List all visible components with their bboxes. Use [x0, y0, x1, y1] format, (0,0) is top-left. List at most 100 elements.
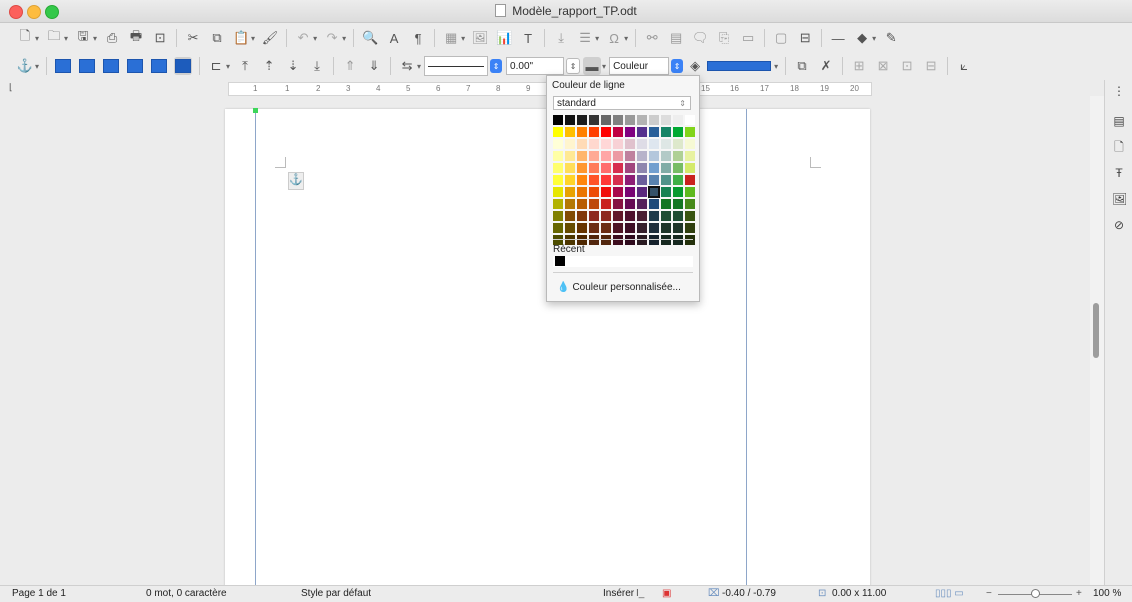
color-swatch[interactable] — [565, 175, 575, 185]
record-changes-icon[interactable]: ▭ — [739, 29, 757, 47]
color-swatch[interactable] — [613, 187, 623, 197]
paste-dropdown-icon[interactable]: ▾ — [251, 34, 255, 43]
color-swatch[interactable] — [637, 175, 647, 185]
sidebar-menu-icon[interactable]: ⋮ — [1112, 84, 1126, 98]
ungroup-icon[interactable]: ⊟ — [922, 57, 940, 75]
redo-icon[interactable]: ↷ — [323, 29, 341, 47]
zoom-out-button[interactable]: − — [986, 588, 992, 599]
color-swatch[interactable] — [637, 199, 647, 209]
color-swatch[interactable] — [673, 235, 683, 245]
color-swatch[interactable] — [565, 127, 575, 137]
page-style[interactable]: Style par défaut — [301, 588, 371, 599]
color-swatch[interactable] — [577, 199, 587, 209]
color-swatch[interactable] — [613, 223, 623, 233]
fill-color-dropdown-icon[interactable]: ▾ — [774, 62, 778, 71]
color-swatch[interactable] — [673, 115, 683, 125]
custom-color-button[interactable]: 💧 Couleur personnalisée... — [557, 282, 681, 293]
color-swatch[interactable] — [673, 199, 683, 209]
color-swatch[interactable] — [649, 163, 659, 173]
page-icon[interactable]: 🗋 — [1112, 140, 1126, 154]
color-swatch[interactable] — [613, 139, 623, 149]
insert-field-icon[interactable]: ⊟ — [796, 29, 814, 47]
color-swatch[interactable] — [577, 127, 587, 137]
zoom-slider-handle[interactable] — [1031, 589, 1040, 598]
color-swatch[interactable] — [613, 199, 623, 209]
find-replace-icon[interactable]: 🔍 — [361, 29, 379, 47]
page-break-icon[interactable]: ⤓ — [552, 29, 570, 47]
color-swatch[interactable] — [661, 175, 671, 185]
group-icon[interactable]: ⊞ — [850, 57, 868, 75]
color-swatch[interactable] — [565, 199, 575, 209]
color-swatch[interactable] — [685, 175, 695, 185]
color-swatch[interactable] — [589, 151, 599, 161]
color-swatch[interactable] — [661, 127, 671, 137]
color-swatch[interactable] — [625, 187, 635, 197]
fill-color-icon[interactable]: ◈ — [686, 57, 704, 75]
color-swatch[interactable] — [673, 139, 683, 149]
textbox-icon[interactable]: T — [519, 29, 537, 47]
zoom-level[interactable]: 100 % — [1093, 588, 1121, 599]
insert-mode[interactable]: Insérer — [603, 588, 634, 599]
bring-to-front-icon[interactable]: ⤒ — [236, 57, 254, 75]
hyperlink-icon[interactable]: ⚯ — [643, 29, 661, 47]
color-swatch[interactable] — [577, 187, 587, 197]
color-swatch[interactable] — [673, 211, 683, 221]
color-swatch[interactable] — [601, 163, 611, 173]
color-swatch[interactable] — [661, 163, 671, 173]
anchor-dropdown-icon[interactable]: ▾ — [35, 62, 39, 71]
color-swatch[interactable] — [661, 139, 671, 149]
send-to-back-icon[interactable]: ⤓ — [308, 57, 326, 75]
color-swatch[interactable] — [637, 163, 647, 173]
color-swatch[interactable] — [601, 211, 611, 221]
selection-mode-icon[interactable]: I_ — [636, 588, 644, 599]
align-objects-icon[interactable]: ⊏ — [207, 57, 225, 75]
color-swatch[interactable] — [673, 223, 683, 233]
color-swatch[interactable] — [625, 139, 635, 149]
field-dropdown-icon[interactable]: ▾ — [595, 34, 599, 43]
anchor-icon[interactable]: ⚓ — [288, 172, 304, 190]
line-icon[interactable]: — — [829, 29, 847, 47]
line-style-selector[interactable] — [424, 56, 489, 76]
selection-handle[interactable] — [253, 108, 258, 113]
color-swatch[interactable] — [649, 235, 659, 245]
properties-icon-tb[interactable]: ⧉ — [793, 57, 811, 75]
page-count[interactable]: Page 1 de 1 — [12, 588, 66, 599]
line-width-stepper[interactable]: ⇕ — [566, 58, 581, 74]
color-swatch[interactable] — [577, 115, 587, 125]
color-swatch[interactable] — [649, 199, 659, 209]
color-swatch[interactable] — [649, 211, 659, 221]
draw-icon[interactable]: ✎ — [882, 29, 900, 47]
color-swatch[interactable] — [625, 175, 635, 185]
color-swatch[interactable] — [565, 163, 575, 173]
color-swatch[interactable] — [625, 223, 635, 233]
color-swatch[interactable] — [565, 187, 575, 197]
color-swatch[interactable] — [601, 235, 611, 245]
color-swatch[interactable] — [565, 223, 575, 233]
line-color-dropdown-icon[interactable]: ▾ — [602, 62, 606, 71]
clone-formatting-icon[interactable]: 🖌 — [261, 29, 279, 47]
new-doc-icon[interactable]: 🗋 — [16, 28, 34, 47]
wrap-left-icon[interactable] — [126, 57, 144, 75]
special-char-icon[interactable]: Ω — [605, 29, 623, 47]
save-dropdown-icon[interactable]: ▾ — [93, 34, 97, 43]
color-swatch[interactable] — [685, 187, 695, 197]
color-swatch[interactable] — [601, 175, 611, 185]
backward-one-icon[interactable]: ⇣ — [284, 57, 302, 75]
color-swatch[interactable] — [577, 163, 587, 173]
table-icon[interactable]: ▦ — [442, 29, 460, 47]
page-wrap-icon[interactable] — [78, 57, 96, 75]
to-background-icon[interactable]: ⇓ — [365, 57, 383, 75]
color-swatch[interactable] — [577, 139, 587, 149]
color-swatch[interactable] — [637, 223, 647, 233]
color-swatch[interactable] — [577, 211, 587, 221]
print-icon[interactable]: 🖶 — [127, 28, 145, 47]
open-icon[interactable]: 🗀 — [45, 28, 63, 47]
wrap-through-icon[interactable] — [174, 57, 193, 75]
color-swatch[interactable] — [553, 139, 563, 149]
color-swatch[interactable] — [613, 235, 623, 245]
color-swatch[interactable] — [661, 223, 671, 233]
color-swatch[interactable] — [565, 211, 575, 221]
color-swatch[interactable] — [673, 127, 683, 137]
color-swatch[interactable] — [589, 187, 599, 197]
color-swatch[interactable] — [553, 163, 563, 173]
